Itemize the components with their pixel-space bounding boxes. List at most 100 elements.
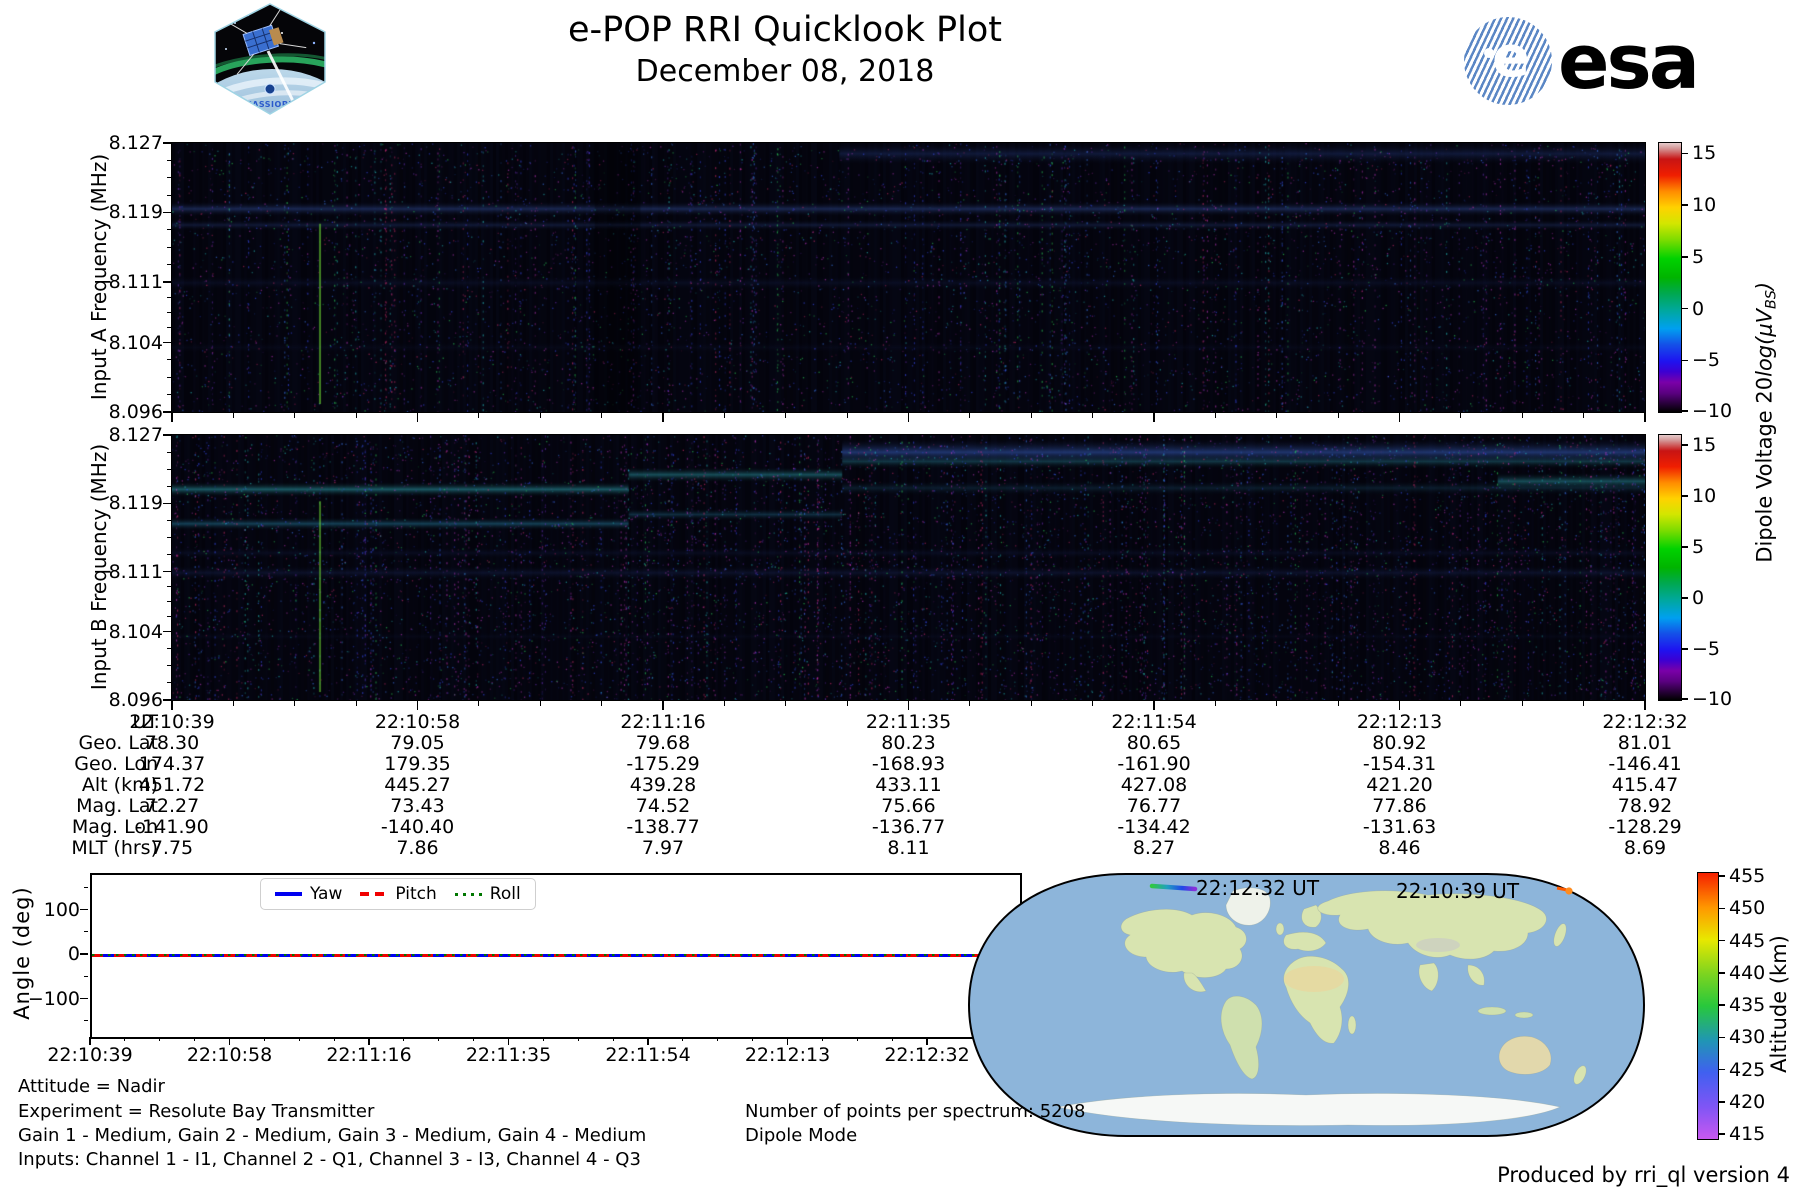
axis-tick <box>167 296 172 298</box>
axis-tick <box>163 142 172 144</box>
altitude-tick-label: 415 <box>1729 1123 1766 1145</box>
axis-tick <box>167 451 172 453</box>
table-cell: 179.35 <box>384 753 451 775</box>
table-cell: 445.27 <box>384 774 451 796</box>
axis-tick <box>891 1037 893 1041</box>
axis-tick <box>1583 413 1585 418</box>
track-start-segment <box>1556 886 1568 892</box>
colorbar-tick-label: −5 <box>1692 638 1721 661</box>
table-cell: 22:10:39 <box>129 711 215 733</box>
axis-tick <box>907 413 910 422</box>
axis-tick <box>1460 701 1462 706</box>
annotation-attitude: Attitude = Nadir <box>18 1076 165 1097</box>
table-cell: 75.66 <box>881 795 936 817</box>
axis-tick <box>1030 701 1032 706</box>
table-cell: 439.28 <box>629 774 697 796</box>
spectrogram-input-b <box>171 434 1646 701</box>
colorbar-tick-label: −5 <box>1692 349 1721 372</box>
table-cell: 79.68 <box>635 732 691 754</box>
colorbar-tick-label: 10 <box>1692 194 1717 217</box>
axis-tick <box>167 586 172 588</box>
axis-tick <box>167 616 172 618</box>
axis-tick <box>167 376 172 378</box>
axis-tick <box>717 1037 719 1041</box>
altitude-tick-label: 440 <box>1729 961 1766 984</box>
colorbar-tick-label: 15 <box>1692 434 1717 457</box>
legend-label: Pitch <box>395 884 437 904</box>
table-cell: -175.29 <box>626 753 700 775</box>
axis-tick <box>294 413 296 418</box>
table-cell: 78.92 <box>1617 795 1673 817</box>
altitude-tick-label: 455 <box>1729 865 1766 887</box>
dipole-colorbar-a <box>1658 142 1682 413</box>
table-cell: 7.97 <box>641 837 685 859</box>
table-cell: 80.92 <box>1372 732 1427 754</box>
axis-tick <box>167 665 172 667</box>
axis-tick <box>355 413 357 418</box>
axis-tick <box>167 485 172 487</box>
axis-tick <box>785 701 787 706</box>
axis-tick <box>298 1037 300 1041</box>
table-cell: 22:12:13 <box>1356 711 1443 733</box>
axis-tick <box>163 211 172 214</box>
altitude-tick-label: 450 <box>1729 897 1766 920</box>
page-title: e-POP RRI Quicklook Plot <box>567 10 1002 50</box>
freq-tick-label: 8.119 <box>108 492 163 515</box>
axis-tick <box>294 701 296 706</box>
patch-emblem <box>264 83 276 95</box>
axis-tick <box>1276 701 1278 706</box>
table-cell: 73.43 <box>390 795 445 817</box>
colorbar-tick-label: 0 <box>1692 587 1705 610</box>
credit-text: Produced by rri_ql version 4 <box>1497 1163 1790 1187</box>
table-cell: 22:11:54 <box>1111 711 1197 733</box>
altitude-tick-label: 425 <box>1729 1058 1766 1081</box>
axis-tick <box>473 1037 475 1041</box>
axis-tick <box>1681 444 1688 446</box>
legend-label: Yaw <box>310 884 343 904</box>
legend-solid-line-sample <box>275 892 302 896</box>
table-cell: -168.93 <box>871 753 946 775</box>
table-row-label: Geo. Lon <box>74 753 158 775</box>
axis-tick <box>1718 1068 1725 1071</box>
table-cell: -136.77 <box>871 816 946 838</box>
angle-xtick-label: 22:10:39 <box>47 1044 133 1066</box>
page-date: December 08, 2018 <box>635 54 935 89</box>
colorbar-tick-label: −10 <box>1692 400 1733 422</box>
table-row-label: Mag. Lat <box>76 795 158 817</box>
angle-ytick-label: −100 <box>27 987 80 1010</box>
table-cell: 74.52 <box>635 795 691 817</box>
table-cell: 7.86 <box>396 837 439 859</box>
axis-tick <box>1521 413 1523 418</box>
table-row-label: Alt (km) <box>81 774 158 796</box>
axis-tick <box>163 434 172 436</box>
axis-tick <box>662 701 664 710</box>
axis-tick <box>167 263 172 265</box>
angle-xtick-label: 22:11:35 <box>465 1044 552 1066</box>
axis-tick <box>167 394 172 396</box>
axis-tick <box>1214 413 1216 418</box>
axis-tick <box>416 413 419 422</box>
freq-tick-label: 8.104 <box>108 331 163 354</box>
axis-tick <box>1718 1133 1725 1135</box>
legend-item-yaw: Yaw <box>275 884 342 904</box>
legend-dotted-line-sample <box>454 892 482 896</box>
axis-tick <box>80 997 88 1000</box>
colorbar-tick-label: −10 <box>1692 688 1733 710</box>
table-cell: -131.63 <box>1362 816 1437 838</box>
axis-tick <box>84 975 88 977</box>
table-cell: 22:12:32 <box>1602 711 1688 733</box>
table-cell: -141.90 <box>135 816 209 838</box>
axis-tick <box>194 1037 196 1041</box>
axis-tick <box>333 1037 335 1041</box>
freq-tick-label: 8.104 <box>108 620 163 643</box>
angle-xtick-label: 22:11:54 <box>605 1044 691 1066</box>
axis-tick <box>167 311 172 313</box>
angle-xtick-label: 22:10:58 <box>186 1044 273 1066</box>
axis-tick <box>662 413 664 422</box>
table-cell: 421.20 <box>1366 774 1433 796</box>
axis-tick <box>969 701 971 706</box>
axis-tick <box>542 1037 544 1041</box>
table-row-label: MLT (hrs) <box>71 837 158 859</box>
axis-tick <box>1718 1004 1725 1006</box>
axis-tick <box>1337 413 1339 418</box>
